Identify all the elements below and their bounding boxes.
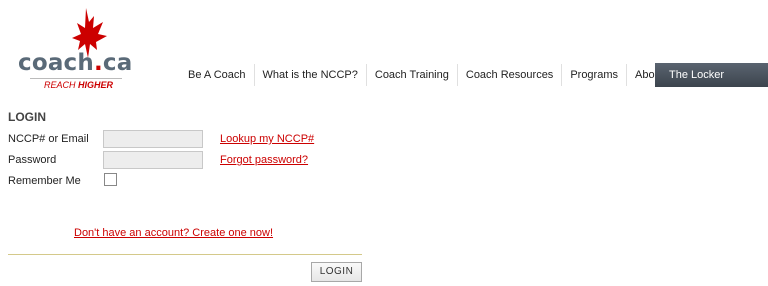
- coach-ca-logo[interactable]: coach.ca REACH HIGHER: [12, 8, 132, 90]
- nav-item-be-a-coach[interactable]: Be A Coach: [180, 64, 255, 86]
- logo-word-ca: ca: [102, 50, 133, 76]
- nccp-email-field[interactable]: [103, 130, 203, 148]
- remember-label: Remember Me: [8, 175, 81, 187]
- password-label: Password: [8, 154, 57, 166]
- nccp-label: NCCP# or Email: [8, 133, 89, 145]
- create-account-link[interactable]: Don't have an account? Create one now!: [74, 227, 273, 239]
- lookup-nccp-link[interactable]: Lookup my NCCP#: [220, 133, 314, 145]
- nav-item-coach-resources[interactable]: Coach Resources: [458, 64, 563, 86]
- forgot-password-link[interactable]: Forgot password?: [220, 154, 308, 166]
- tagline-higher: HIGHER: [78, 80, 114, 90]
- site-header: coach.ca REACH HIGHER Be A Coach What is…: [0, 0, 768, 92]
- nav-item-what-is-nccp[interactable]: What is the NCCP?: [255, 64, 367, 86]
- logo-wordmark: coach.ca: [18, 50, 132, 76]
- login-button[interactable]: LOGIN: [311, 262, 362, 282]
- tagline-reach: REACH: [44, 80, 79, 90]
- nav-item-programs[interactable]: Programs: [562, 64, 627, 86]
- main-nav: Be A Coach What is the NCCP? Coach Train…: [180, 64, 698, 86]
- logo-divider: [30, 78, 122, 79]
- nav-item-coach-training[interactable]: Coach Training: [367, 64, 458, 86]
- logo-word-coach: coach: [18, 50, 94, 76]
- login-heading: LOGIN: [8, 110, 46, 124]
- password-field[interactable]: [103, 151, 203, 169]
- remember-me-checkbox[interactable]: [104, 173, 117, 186]
- nav-item-the-locker[interactable]: The Locker: [655, 63, 768, 87]
- logo-word-dot: .: [93, 50, 103, 76]
- form-divider: [8, 254, 362, 255]
- logo-tagline: REACH HIGHER: [44, 80, 113, 90]
